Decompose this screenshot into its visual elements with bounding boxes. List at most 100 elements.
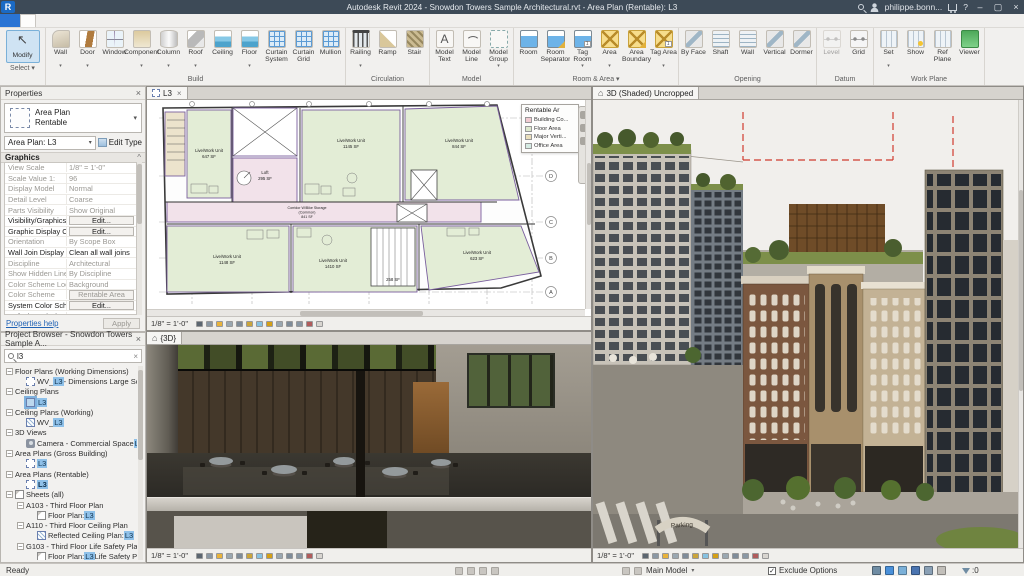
instance-selector[interactable]: Area Plan: L3 ▾ xyxy=(4,135,96,150)
ceiling-button[interactable]: Ceiling xyxy=(209,29,236,74)
tree-item-area-plans-rentable[interactable]: − Area Plans (Rentable) xyxy=(3,469,137,479)
tree-expander-icon[interactable] xyxy=(17,378,24,385)
build-group-label[interactable]: Build xyxy=(46,74,345,85)
tree-item-ceiling-plans[interactable]: − Ceiling Plans xyxy=(3,387,137,397)
tree-expander-icon[interactable] xyxy=(17,440,24,447)
tree-expander-icon[interactable] xyxy=(28,532,35,539)
property-row[interactable]: Color Scheme Loc... Background xyxy=(5,279,136,291)
street-vscrollbar[interactable] xyxy=(1018,100,1023,548)
collapse-icon[interactable] xyxy=(762,552,770,559)
property-value[interactable]: Clean all wall joins xyxy=(67,248,136,257)
room-button[interactable]: Room xyxy=(515,29,542,74)
property-row[interactable]: Visibility/Graphics ... Edit... xyxy=(5,216,136,227)
tab-insert[interactable] xyxy=(92,14,106,27)
street-3d-tab[interactable]: ⌂ 3D (Shaded) Uncropped xyxy=(593,87,700,99)
tree-item-area-rentable-l3[interactable]: L3 xyxy=(3,479,137,489)
wall-opening-button[interactable]: Wall xyxy=(734,29,761,74)
property-value[interactable]: By Scope Box xyxy=(67,237,136,246)
reveal-hidden-icon[interactable] xyxy=(712,552,720,559)
chevron-down-icon[interactable]: ▾ xyxy=(691,567,694,574)
tree-item-sheet-a110[interactable]: − A110 - Third Floor Ceiling Plan xyxy=(3,520,137,530)
tree-expander-icon[interactable]: − xyxy=(17,501,24,509)
tree-expander-icon[interactable]: − xyxy=(6,491,13,498)
floor-button[interactable]: Floor ▾ xyxy=(236,29,263,74)
viewer-button[interactable]: Viewer xyxy=(956,29,983,74)
tree-expander-icon[interactable]: − xyxy=(6,409,13,416)
apply-button[interactable]: Apply xyxy=(103,318,140,329)
tree-expander-icon[interactable]: − xyxy=(6,367,13,375)
reveal-constraints-icon[interactable] xyxy=(306,552,314,559)
property-value[interactable]: Edit... xyxy=(69,226,134,237)
property-row[interactable]: Scale Value 1: 96 xyxy=(5,173,136,185)
property-row[interactable]: Detail Level Coarse xyxy=(5,195,136,206)
minimize-button[interactable]: – xyxy=(974,0,986,14)
crop-view-icon[interactable] xyxy=(682,552,690,559)
tab-systems[interactable] xyxy=(78,14,92,27)
shadows-icon[interactable] xyxy=(672,552,680,559)
by-face-button[interactable]: By Face xyxy=(680,29,707,74)
tree-expander-icon[interactable]: − xyxy=(6,470,13,478)
level-button[interactable]: Level xyxy=(818,29,845,74)
visual-style-icon[interactable] xyxy=(642,552,650,559)
opening-group-label[interactable]: Opening xyxy=(679,74,816,85)
sun-path-icon[interactable] xyxy=(662,552,670,559)
tree-expander-icon[interactable]: − xyxy=(17,542,24,550)
graphic-display-icon[interactable] xyxy=(206,552,214,559)
select-group-label[interactable]: Select ▾ xyxy=(0,63,45,74)
mullion-button[interactable]: Mullion xyxy=(317,29,344,74)
revit-logo[interactable]: R xyxy=(1,1,15,13)
tree-expander-icon[interactable]: − xyxy=(17,522,24,529)
properties-scrollbar[interactable] xyxy=(137,162,142,315)
tree-item-a110-reflected-ceiling-plan-l3[interactable]: Reflected Ceiling Plan: L3 xyxy=(3,531,137,541)
displacement-icon[interactable] xyxy=(296,320,304,327)
curtain-system-button[interactable]: Curtain System xyxy=(263,29,290,74)
area-boundary-button[interactable]: Area Boundary xyxy=(622,29,651,74)
tree-expander-icon[interactable] xyxy=(17,481,24,488)
property-value[interactable]: By Discipline xyxy=(67,269,136,278)
dormer-button[interactable]: Dormer xyxy=(788,29,815,74)
tree-expander-icon[interactable] xyxy=(28,512,35,519)
tree-item-camera-commercial-space-l3[interactable]: Camera - Commercial Space L3 xyxy=(3,438,137,448)
browser-scrollbar[interactable] xyxy=(138,366,143,560)
edit-type-button[interactable]: Edit Type xyxy=(97,138,142,147)
stair-button[interactable]: Stair xyxy=(401,29,428,74)
properties-header[interactable]: Properties × xyxy=(1,87,145,100)
user-name[interactable]: philippe.bonn... xyxy=(885,2,943,12)
tree-expander-icon[interactable]: − xyxy=(6,450,13,457)
crop-view-icon[interactable] xyxy=(236,552,244,559)
visual-style-icon[interactable] xyxy=(196,320,204,327)
tab-analyze[interactable] xyxy=(120,14,134,27)
property-value[interactable]: Architectural xyxy=(67,259,136,268)
color-scheme-legend[interactable]: Rentable Ar Building Co... Floor Area Ma… xyxy=(521,104,579,153)
worksharing-icon[interactable] xyxy=(455,566,463,575)
collapse-section-icon[interactable]: ^ xyxy=(137,153,141,162)
room-separator-button[interactable]: Room Separator xyxy=(541,29,570,74)
reveal-hidden-icon[interactable] xyxy=(266,552,274,559)
shaft-button[interactable]: Shaft xyxy=(707,29,734,74)
show-work-plane-button[interactable]: Show xyxy=(902,29,929,74)
tree-expander-icon[interactable] xyxy=(17,399,24,406)
floor-plan-vscrollbar[interactable] xyxy=(585,100,591,309)
property-value[interactable]: 96 xyxy=(67,174,136,183)
property-value[interactable]: 1/8" = 1'-0" xyxy=(67,163,136,172)
reveal-hidden-icon[interactable] xyxy=(266,320,274,327)
shadows-icon[interactable] xyxy=(226,552,234,559)
property-value[interactable]: Show Original xyxy=(67,206,136,215)
interior-3d-tab[interactable]: ⌂ {3D} xyxy=(147,332,183,344)
restore-button[interactable]: ▢ xyxy=(992,0,1004,14)
circulation-group-label[interactable]: Circulation xyxy=(346,74,429,85)
displacement-icon[interactable] xyxy=(296,552,304,559)
search-icon[interactable] xyxy=(857,4,864,10)
worksharing-display-icon[interactable] xyxy=(276,320,284,327)
clear-search-icon[interactable]: × xyxy=(133,352,138,361)
model-group-label[interactable]: Model xyxy=(430,74,513,85)
scale-button[interactable]: 1/8" = 1'-0" xyxy=(597,551,634,560)
datum-group-label[interactable]: Datum xyxy=(817,74,873,85)
door-button[interactable]: Door ▾ xyxy=(74,29,101,74)
property-value[interactable]: Rentable Area xyxy=(69,290,134,300)
tree-item-sheet-a103[interactable]: − A103 - Third Floor Plan xyxy=(3,500,137,510)
shadows-icon[interactable] xyxy=(226,320,234,327)
tree-item-area-plans-gross-building[interactable]: − Area Plans (Gross Building) xyxy=(3,448,137,458)
railing-button[interactable]: Railing ▾ xyxy=(347,29,374,74)
selection-box-icon[interactable] xyxy=(937,566,946,575)
